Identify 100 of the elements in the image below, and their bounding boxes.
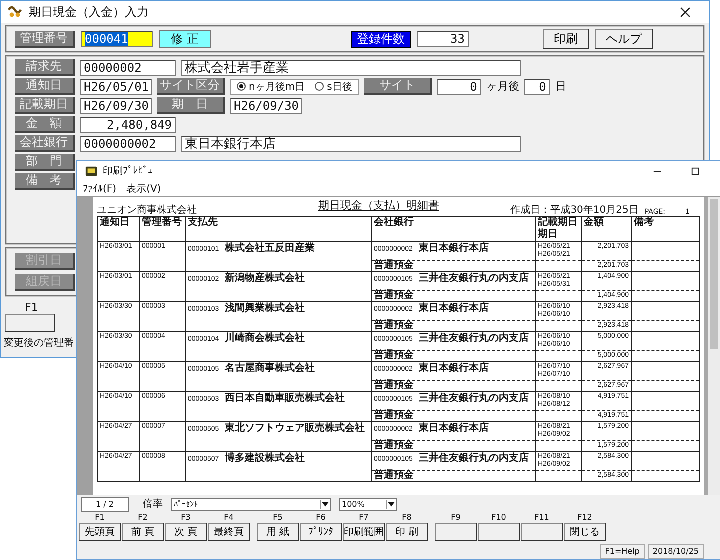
bank-name: 三井住友銀行丸の内支店 (418, 453, 529, 464)
function-key-label: F10 (492, 513, 506, 523)
report-title: 期日現金（支払）明細書 (317, 200, 440, 212)
function-button[interactable]: 前 頁 (122, 523, 164, 541)
unit-label: 日 (555, 79, 566, 94)
caret-icon (320, 500, 330, 508)
created-date: 作成日：平成30年10月25日 (510, 206, 639, 216)
table-cell: 普通預金 (372, 290, 536, 302)
function-button[interactable]: 印刷範囲 (343, 523, 385, 541)
zoom-label: 倍率 (143, 498, 163, 511)
function-key-label: F7 (359, 513, 369, 523)
menu-item[interactable]: ﾌｧｲﾙ(F) (83, 182, 117, 194)
scroll-thumb[interactable] (710, 199, 718, 349)
function-button[interactable] (478, 523, 520, 541)
function-key-label: F6 (316, 513, 326, 523)
input-field[interactable]: 000041 (81, 31, 153, 47)
radio-button[interactable]: nヶ月後m日 (237, 80, 306, 94)
bank-name: 東日本銀行本店 (418, 303, 489, 314)
input-field[interactable]: 0 (524, 78, 550, 94)
field-label: 期 日 (157, 97, 225, 114)
function-button[interactable]: 印 刷 (386, 523, 428, 541)
unit-label: ヶ月後 (486, 79, 520, 94)
input-field[interactable]: 00000002 (80, 60, 176, 76)
table-cell: 普通預金 (372, 440, 536, 452)
function-key-label: F5 (273, 513, 283, 523)
function-key-label: F9 (451, 513, 461, 523)
input-field[interactable]: H26/09/30 (80, 98, 152, 114)
column-header: 管理番号 (142, 217, 183, 229)
function-key-label: F11 (534, 513, 550, 523)
function-button[interactable]: 閉じる (564, 523, 606, 541)
radio-button[interactable]: s日後 (315, 80, 352, 94)
function-button[interactable]: 用 紙 (257, 523, 299, 541)
printer-icon (85, 164, 98, 178)
function-button[interactable] (435, 523, 477, 541)
function-key-label: F1 (95, 513, 105, 523)
field-value: 000041 (85, 32, 128, 46)
input-field[interactable]: 0 (437, 78, 482, 94)
column-header: 通知日 (100, 217, 131, 229)
input-field[interactable]: H26/05/01 (80, 78, 152, 94)
function-button[interactable]: 先頭頁 (79, 523, 121, 541)
page-field[interactable]: 1 / 2 (81, 496, 129, 512)
bank-name: 東日本銀行本店 (418, 363, 489, 374)
function-key-label: F12 (578, 513, 592, 523)
field-label: サイト (364, 78, 432, 95)
field-label: 通知日 (15, 78, 75, 95)
bank-name: 三井住友銀行丸の内支店 (418, 273, 529, 284)
function-key-label: F2 (138, 513, 148, 523)
column-header: 支払先 (188, 217, 219, 229)
table-cell: 普通預金 (372, 320, 536, 332)
company-name: 東北ソフトウェア販売株式会社 (225, 423, 366, 434)
column-header: 会社銀行 (374, 217, 415, 229)
status-text: 変更後の管理番 (3, 336, 74, 350)
action-button[interactable]: ヘルプ (595, 29, 653, 49)
dropdown[interactable]: 100% (339, 498, 397, 510)
maximize-icon[interactable] (691, 166, 700, 176)
company-name: 株式会社五反田産業 (225, 243, 316, 254)
function-button[interactable] (521, 523, 563, 541)
status-text: F1=Help (600, 544, 645, 559)
field-label: 管理番号 (15, 30, 75, 48)
bank-name: 三井住友銀行丸の内支店 (418, 333, 529, 344)
dropdown[interactable]: ﾊﾟｰｾﾝﾄ (171, 498, 331, 510)
function-button[interactable] (5, 314, 55, 332)
column-header: 金額 (584, 217, 605, 229)
function-button[interactable]: ﾌﾟﾘﾝﾀ (300, 523, 342, 541)
table-cell: 普通預金 (372, 470, 536, 482)
table-cell: 普通預金 (372, 350, 536, 362)
field-label: 記載期日 (15, 97, 75, 114)
function-key-label: F3 (181, 513, 191, 523)
mode-badge: 修 正 (159, 30, 211, 48)
input-field[interactable]: H26/09/30 (230, 98, 302, 114)
input-field[interactable]: 東日本銀行本店 (181, 136, 521, 152)
column-header: 備考 (634, 217, 655, 229)
table-cell: 普通預金 (372, 410, 536, 422)
bank-name: 東日本銀行本店 (418, 243, 489, 254)
company-name: 博多建設株式会社 (225, 453, 306, 464)
field-label: 部 門 (15, 154, 75, 171)
input-field[interactable]: 0000000002 (80, 136, 176, 152)
field-label: 登録件数 (351, 30, 411, 48)
status-text: 2018/10/25 (648, 544, 704, 559)
company-name: 川崎商会株式会社 (225, 333, 306, 344)
field-label: 請求先 (15, 59, 75, 76)
table-cell: 普通預金 (372, 260, 536, 272)
company-name: 浅間興業株式会社 (225, 303, 306, 314)
company-name: 新潟物産株式会社 (225, 273, 306, 284)
window-title: 印刷ﾌﾟﾚﾋﾞｭｰ (103, 164, 158, 178)
menu-item[interactable]: 表示(V) (126, 182, 162, 196)
function-key-label: F1 (25, 301, 38, 314)
action-button[interactable]: 印刷 (543, 29, 589, 49)
table-cell: 普通預金 (372, 380, 536, 392)
field-label: 会社銀行 (15, 135, 75, 152)
company-name: ユニオン商事株式会社 (97, 206, 198, 216)
field-label: 備 考 (15, 173, 75, 190)
input-field[interactable]: 株式会社岩手産業 (181, 60, 521, 76)
function-button[interactable]: 最終頁 (208, 523, 250, 541)
input-field[interactable]: 2,480,849 (80, 116, 176, 132)
input-field[interactable]: 33 (417, 31, 469, 47)
close-icon[interactable] (680, 6, 691, 18)
bank-name: 東日本銀行本店 (418, 423, 489, 434)
scrollbar[interactable] (708, 197, 720, 495)
function-button[interactable]: 次 頁 (165, 523, 207, 541)
